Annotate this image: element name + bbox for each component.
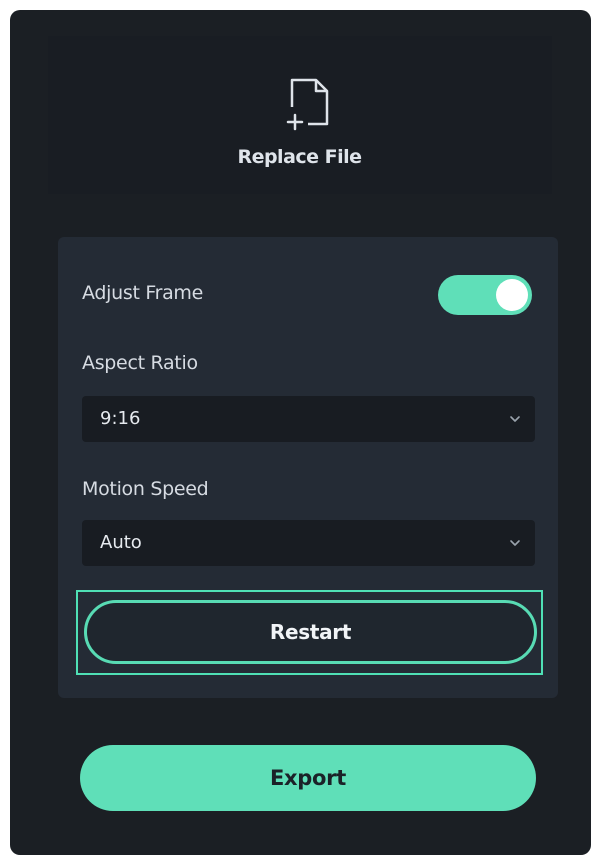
motion-speed-select[interactable]: Auto	[82, 520, 535, 566]
toggle-knob	[496, 279, 528, 311]
aspect-ratio-value: 9:16	[100, 408, 141, 429]
restart-button[interactable]: Restart	[84, 600, 537, 664]
aspect-ratio-select[interactable]: 9:16	[82, 396, 535, 442]
aspect-ratio-label: Aspect Ratio	[82, 352, 198, 374]
replace-file-label[interactable]: Replace File	[0, 146, 599, 168]
export-button[interactable]: Export	[80, 745, 536, 811]
chevron-down-icon	[510, 416, 520, 422]
replace-file-icon[interactable]	[278, 74, 340, 136]
chevron-down-icon	[510, 540, 520, 546]
adjust-frame-label: Adjust Frame	[82, 282, 204, 304]
adjust-frame-toggle[interactable]	[438, 275, 532, 315]
motion-speed-label: Motion Speed	[82, 478, 209, 500]
motion-speed-value: Auto	[100, 532, 142, 553]
